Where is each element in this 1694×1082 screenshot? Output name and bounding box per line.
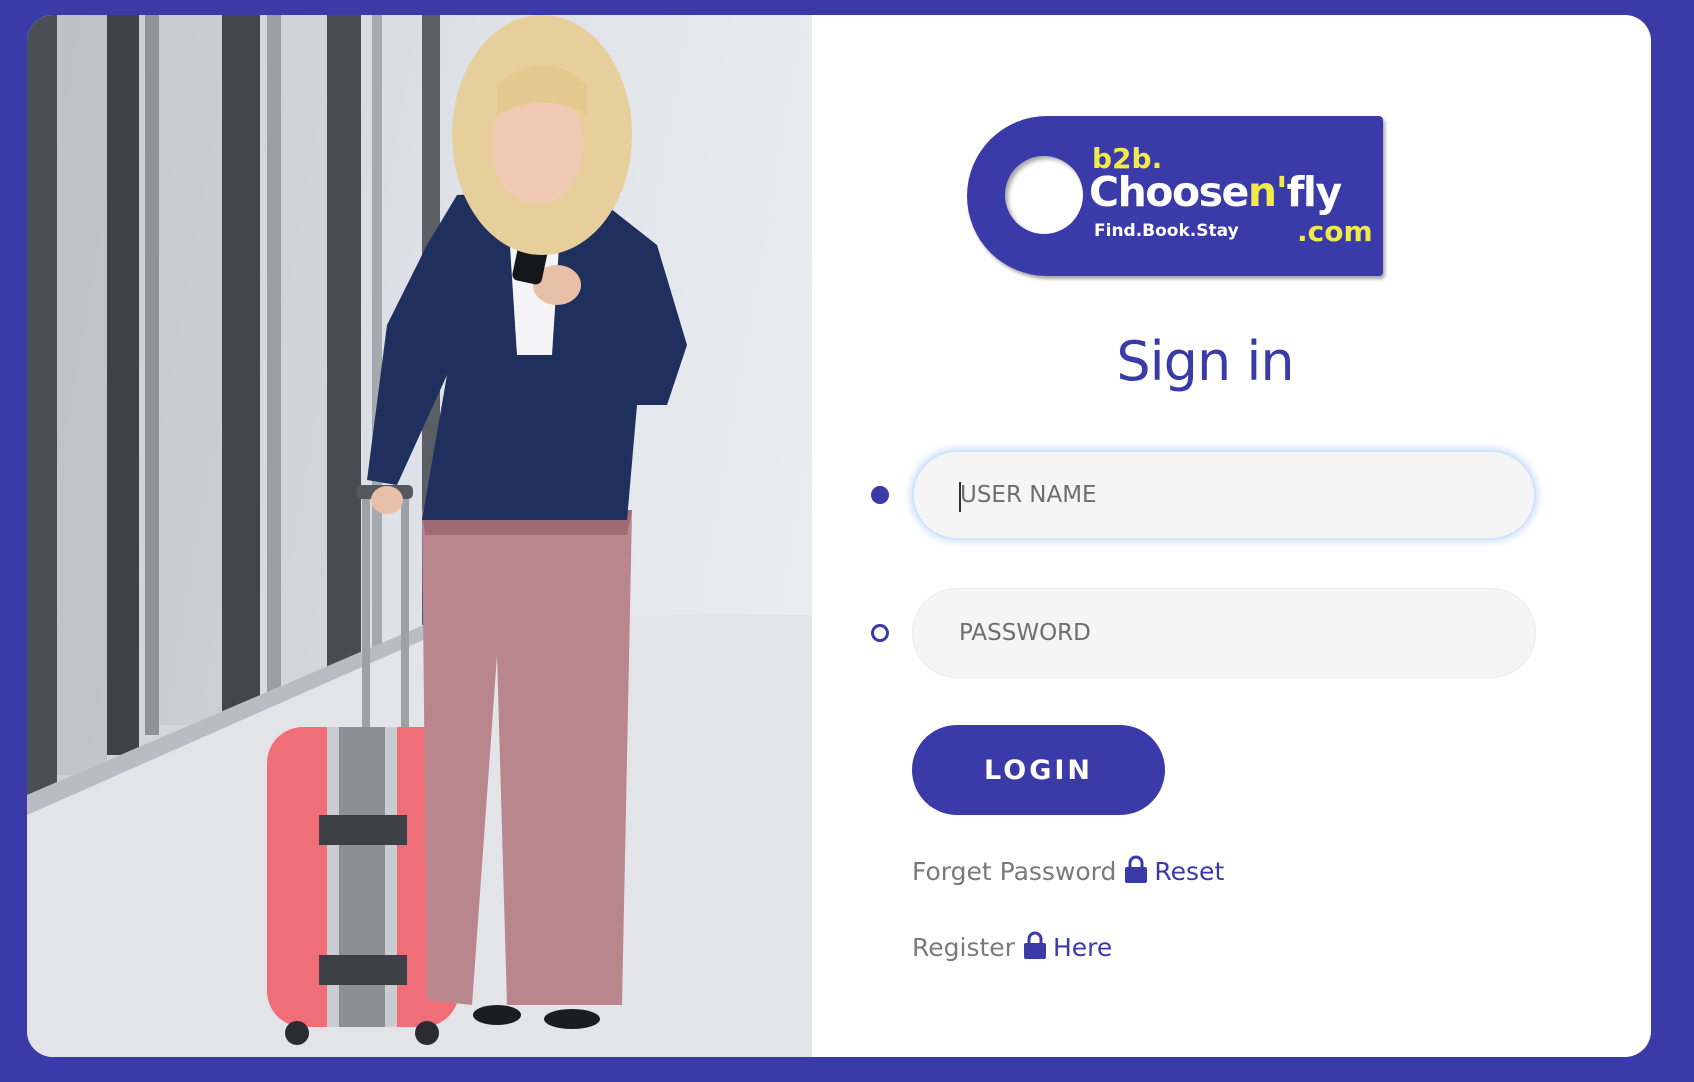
- logo-brand-main: Choose: [1089, 168, 1249, 216]
- register-row: Register Here: [912, 931, 1112, 962]
- lock-icon: [1023, 931, 1047, 959]
- traveler-illustration: [27, 15, 812, 1057]
- login-button[interactable]: LOGIN: [912, 725, 1165, 815]
- username-input[interactable]: [960, 452, 1500, 538]
- brand-logo: b2b. Choosen'fly Find.Book.Stay .com: [967, 116, 1383, 276]
- hero-photo: [27, 15, 812, 1057]
- forgot-password-row: Forget Password Reset: [912, 855, 1224, 886]
- logo-brand-name: Choosen'fly: [1089, 168, 1343, 216]
- register-text: Register: [912, 933, 1015, 962]
- logo-tag-hole: [1005, 156, 1083, 234]
- username-field-wrapper[interactable]: [912, 450, 1536, 540]
- password-field-wrapper[interactable]: [912, 588, 1536, 678]
- password-indicator-dot: [871, 624, 889, 642]
- reset-password-link[interactable]: Reset: [1154, 857, 1224, 886]
- logo-brand-accent: n': [1247, 168, 1288, 216]
- register-here-link[interactable]: Here: [1053, 933, 1112, 962]
- username-indicator-dot: [871, 486, 889, 504]
- lock-icon: [1124, 855, 1148, 883]
- password-input[interactable]: [959, 589, 1499, 677]
- logo-brand-end: fly: [1286, 168, 1343, 216]
- logo-domain-suffix: .com: [1297, 215, 1373, 248]
- page-title: Sign in: [1116, 330, 1294, 393]
- forgot-password-text: Forget Password: [912, 857, 1117, 886]
- logo-tagline: Find.Book.Stay: [1094, 221, 1239, 241]
